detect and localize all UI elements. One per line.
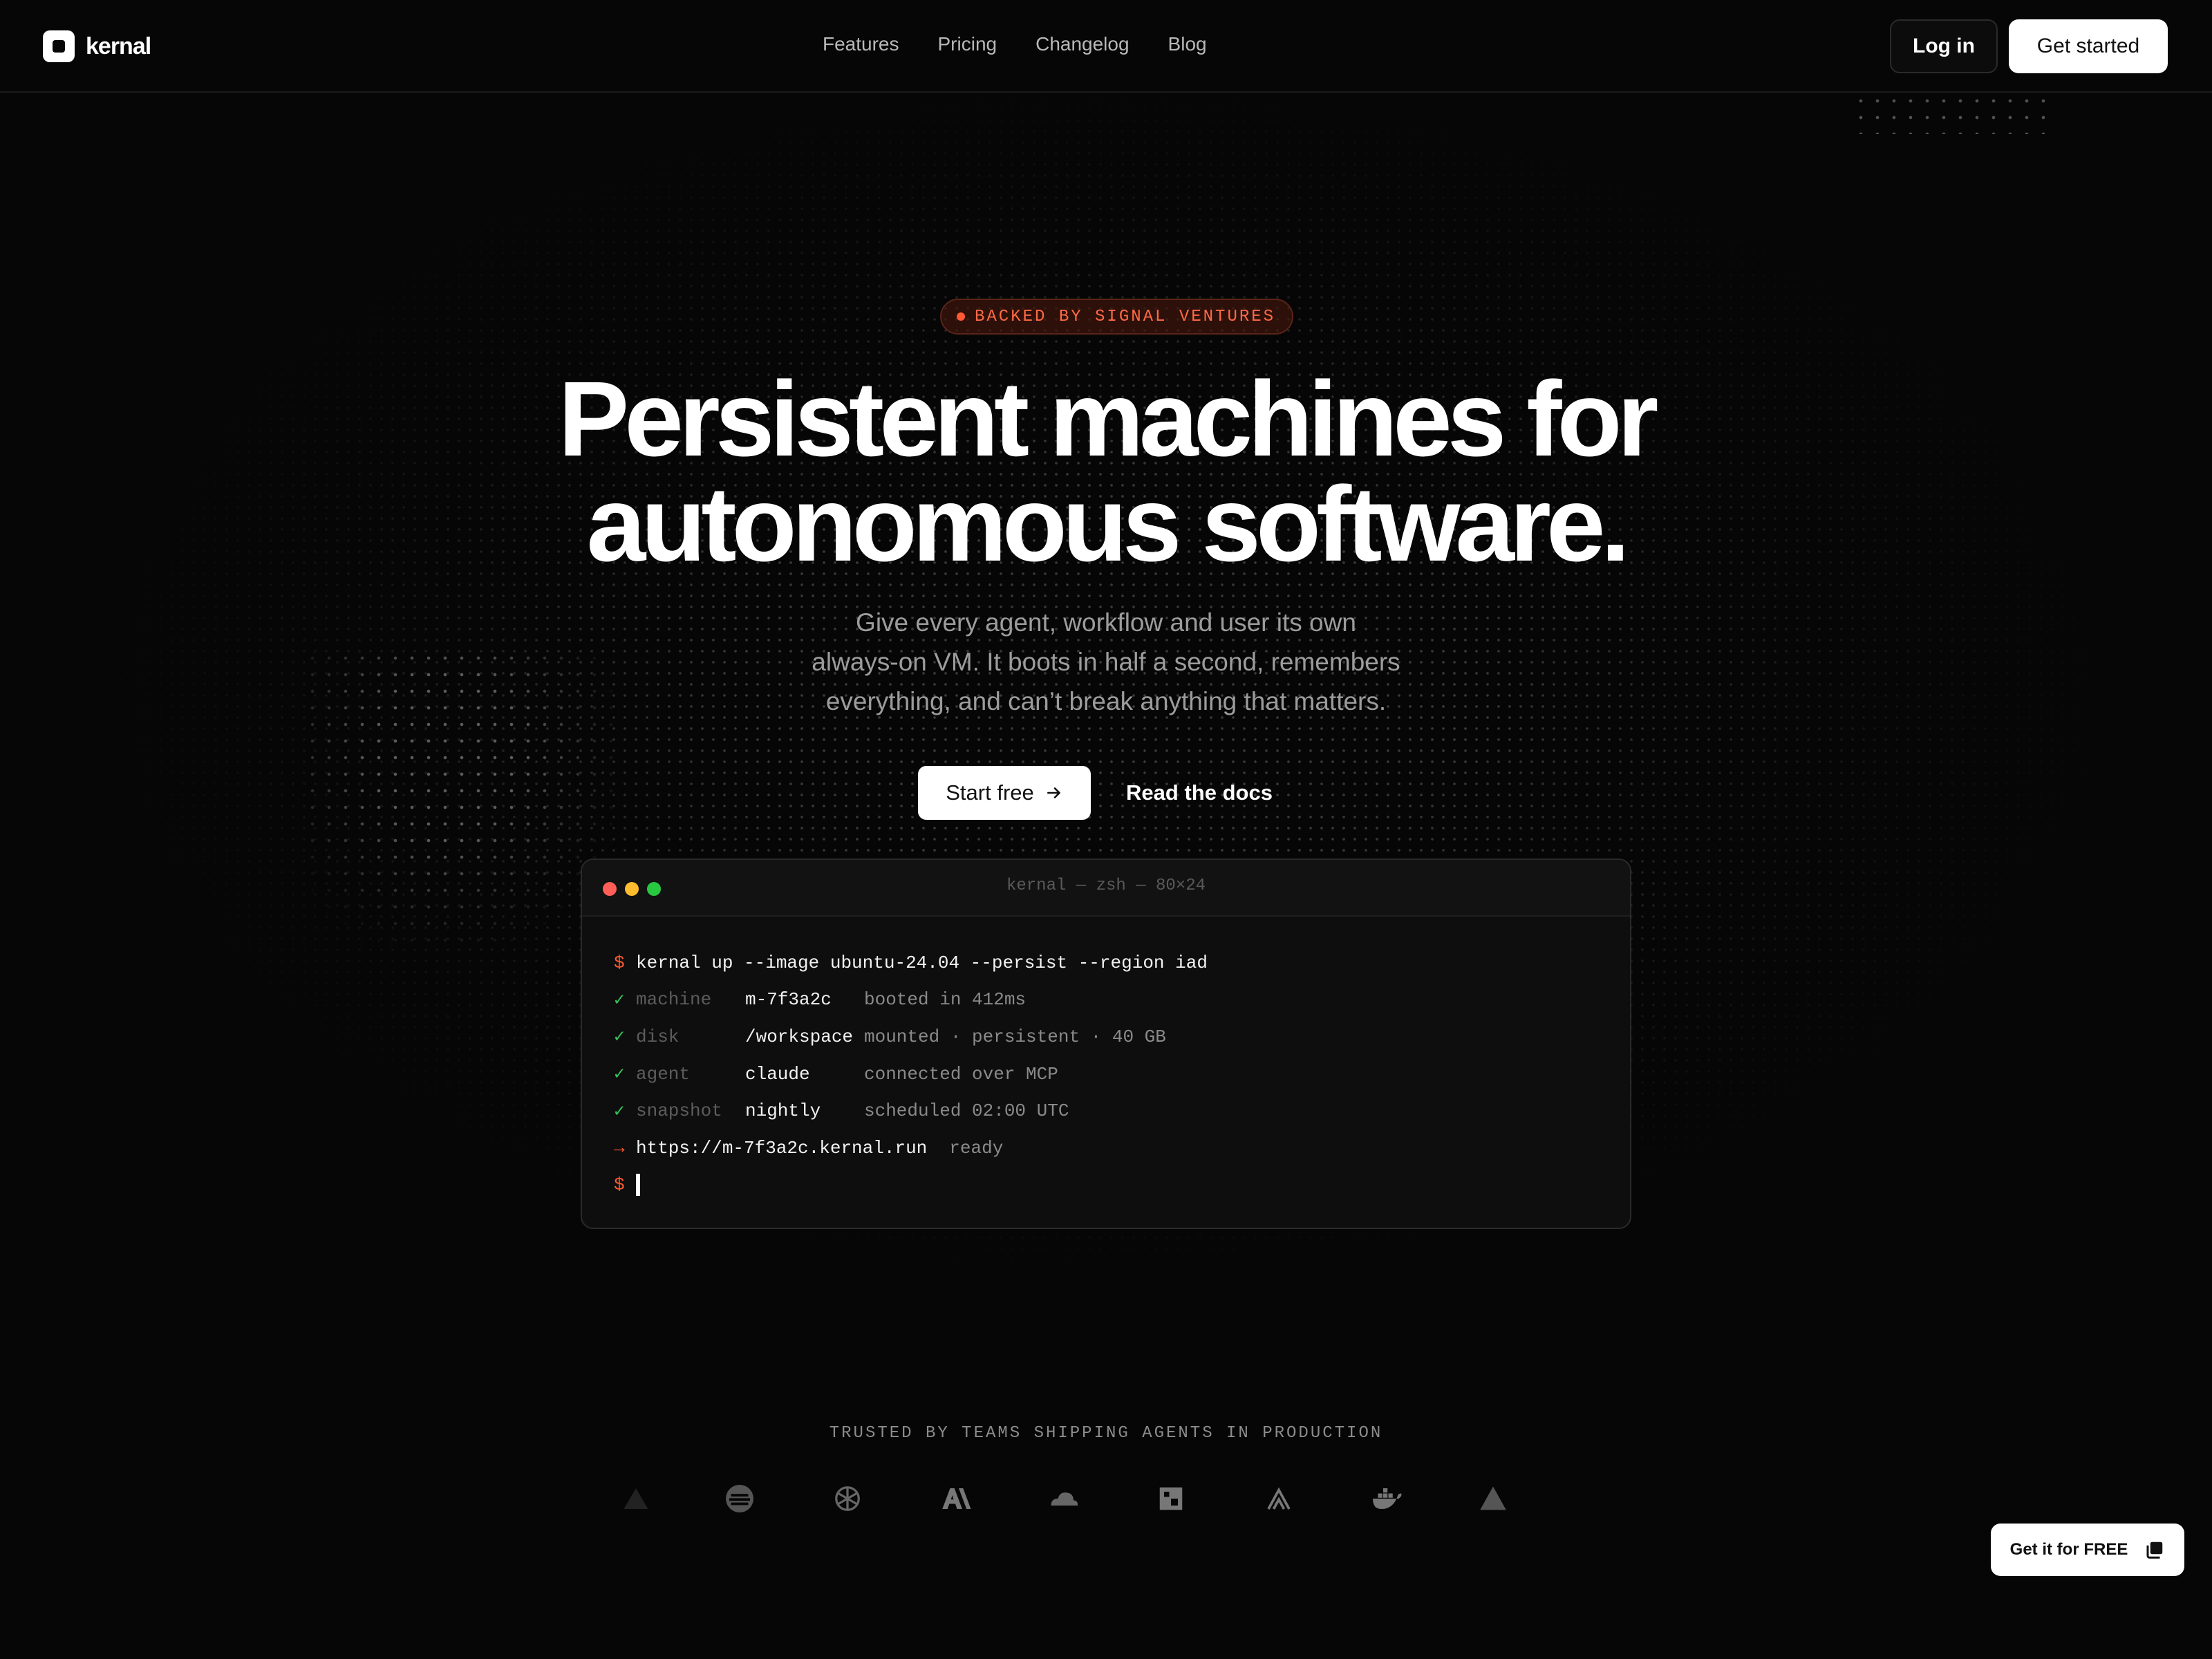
terminal-command: kernal up --image ubuntu-24.04 --persist… xyxy=(636,952,1208,973)
terminal-cursor xyxy=(636,1174,640,1197)
terminal-status-row: ✓ snapshot nightly scheduled 02:00 UTC xyxy=(614,1092,1630,1130)
nav-link-features[interactable]: Features xyxy=(823,33,899,55)
top-nav: kernal Features Pricing Changelog Blog L… xyxy=(0,0,2212,93)
badge-dot-icon xyxy=(957,312,965,321)
terminal-status-row: ✓ disk /workspace mounted · persistent ·… xyxy=(614,1018,1630,1056)
status-key: snapshot xyxy=(636,1100,722,1122)
logo-mark-icon xyxy=(43,30,75,62)
terminal-url-line: → https://m-7f3a2c.kernal.run ready xyxy=(614,1130,1630,1167)
bottom-fade xyxy=(0,1217,2212,1424)
check-icon: ✓ xyxy=(614,1100,625,1122)
check-icon: ✓ xyxy=(614,1064,625,1085)
brand-name: kernal xyxy=(86,32,151,59)
terminal-command-line: $ kernal up --image ubuntu-24.04 --persi… xyxy=(614,944,1630,982)
url-status: ready xyxy=(949,1137,1004,1159)
status-desc: booted in 412ms xyxy=(864,989,1027,1011)
hero-subtitle: Give every agent, workflow and user its … xyxy=(760,603,1452,721)
prompt-symbol: $ xyxy=(614,952,625,973)
status-key: machine xyxy=(636,989,712,1011)
terminal-title: kernal — zsh — 80×24 xyxy=(1006,877,1206,895)
status-value: claude xyxy=(745,1063,810,1085)
login-button[interactable]: Log in xyxy=(1890,19,1998,73)
vercel-logo-icon xyxy=(615,1478,657,1519)
plus-row-decoration xyxy=(1853,93,2046,134)
cloudflare-logo-icon xyxy=(1042,1478,1084,1519)
terminal-titlebar: kernal — zsh — 80×24 xyxy=(582,860,1630,917)
status-desc: scheduled 02:00 UTC xyxy=(864,1100,1069,1122)
get-it-free-button[interactable]: Get it for FREE xyxy=(1991,1524,2184,1576)
terminal-window: kernal — zsh — 80×24 $ kernal up --image… xyxy=(581,859,1631,1229)
hero-title-line-1: Persistent machines for xyxy=(558,359,1659,478)
nav-link-blog[interactable]: Blog xyxy=(1168,33,1207,55)
terminal-status-row: ✓ agent claude connected over MCP xyxy=(614,1056,1630,1093)
figma-logo-icon xyxy=(1150,1478,1192,1519)
terminal-input-line[interactable]: $ xyxy=(614,1167,1630,1204)
terminal-status-row: ✓ machine m-7f3a2c booted in 412ms xyxy=(614,982,1630,1019)
check-icon: ✓ xyxy=(614,1027,625,1048)
hero-subtitle-line-1: Give every agent, workflow and user its … xyxy=(856,608,1356,637)
get-it-free-label: Get it for FREE xyxy=(2009,1540,2128,1559)
customer-logos xyxy=(615,1478,1583,1526)
start-free-label: Start free xyxy=(946,780,1034,805)
badge-text: BACKED BY SIGNAL VENTURES xyxy=(975,307,1276,326)
machine-url[interactable]: https://m-7f3a2c.kernal.run xyxy=(636,1138,927,1159)
netlify-logo-icon xyxy=(1258,1478,1300,1519)
prompt-symbol: $ xyxy=(614,1174,625,1196)
docker-logo-icon xyxy=(1366,1478,1407,1519)
stripe-logo-icon xyxy=(719,1478,760,1519)
status-value: /workspace xyxy=(745,1026,854,1047)
nav-link-changelog[interactable]: Changelog xyxy=(1035,33,1129,55)
terminal-body: $ kernal up --image ubuntu-24.04 --persi… xyxy=(582,917,1630,1203)
nav-link-pricing[interactable]: Pricing xyxy=(938,33,997,55)
triangle-logo-icon xyxy=(1472,1478,1514,1519)
nav-links: Features Pricing Changelog Blog xyxy=(823,33,1207,55)
status-desc: mounted · persistent · 40 GB xyxy=(864,1026,1166,1047)
status-key: disk xyxy=(636,1026,679,1047)
backed-by-badge: BACKED BY SIGNAL VENTURES xyxy=(940,299,1294,335)
openai-logo-icon xyxy=(827,1478,868,1519)
arrow-icon: → xyxy=(614,1137,625,1159)
anthropic-logo-icon xyxy=(935,1478,976,1519)
status-desc: connected over MCP xyxy=(864,1063,1058,1085)
hero-title: Persistent machines for autonomous softw… xyxy=(0,366,2212,577)
plus-grid-decoration xyxy=(304,650,622,954)
status-key: agent xyxy=(636,1063,691,1085)
read-docs-button[interactable]: Read the docs xyxy=(1113,766,1286,820)
trusted-by-label: TRUSTED BY TEAMS SHIPPING AGENTS IN PROD… xyxy=(829,1424,1383,1443)
check-icon: ✓ xyxy=(614,989,625,1011)
start-free-button[interactable]: Start free xyxy=(918,766,1091,820)
arrow-right-icon xyxy=(1047,787,1060,798)
brand-logo[interactable]: kernal xyxy=(43,30,151,62)
get-started-button[interactable]: Get started xyxy=(2009,19,2168,73)
copy-icon xyxy=(2146,1541,2163,1559)
hero-title-line-2: autonomous software. xyxy=(586,465,1631,583)
hero-subtitle-line-3: everything, and can’t break anything tha… xyxy=(825,687,1387,715)
status-value: nightly xyxy=(745,1100,821,1122)
hero-subtitle-line-2: always-on VM. It boots in half a second,… xyxy=(812,648,1400,676)
status-value: m-7f3a2c xyxy=(745,989,832,1011)
